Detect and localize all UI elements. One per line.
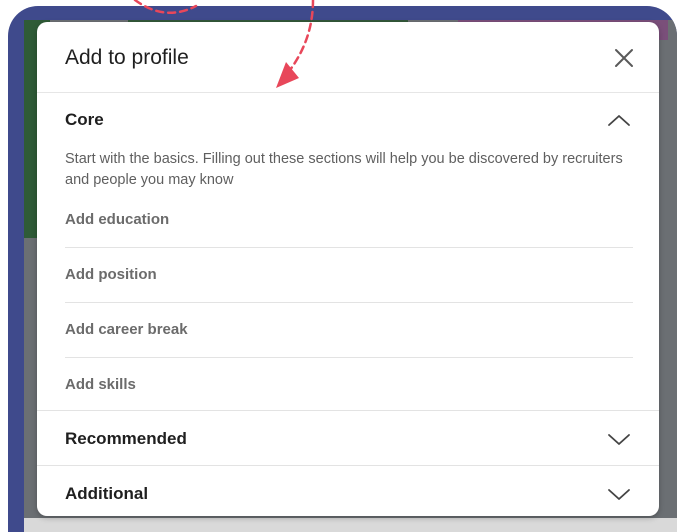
additional-section-title: Additional [65,484,149,503]
modal-title: Add to profile [65,46,189,69]
additional-section-header[interactable]: Additional [37,465,659,521]
recommended-section-title: Recommended [65,429,187,448]
close-icon[interactable] [613,47,635,69]
add-career-break-label: Add career break [65,321,188,338]
chevron-down-icon[interactable] [607,488,631,502]
add-career-break-item[interactable]: Add career break [65,302,633,358]
modal-header: Add to profile [37,22,659,93]
core-section-description: Start with the basics. Filling out these… [65,151,623,188]
core-section-title: Core [65,110,104,129]
recommended-section-header[interactable]: Recommended [37,410,659,466]
add-position-item[interactable]: Add position [65,247,633,303]
add-to-profile-modal: Add to profile Core Start with the basic… [37,22,659,516]
chevron-up-icon[interactable] [607,113,631,127]
add-education-item[interactable]: Add education [65,192,633,248]
chevron-down-icon[interactable] [607,433,631,447]
core-section-header[interactable]: Core [37,93,659,143]
add-skills-item[interactable]: Add skills [65,357,633,412]
add-education-label: Add education [65,211,170,228]
add-position-label: Add position [65,266,157,283]
add-skills-label: Add skills [65,376,136,393]
